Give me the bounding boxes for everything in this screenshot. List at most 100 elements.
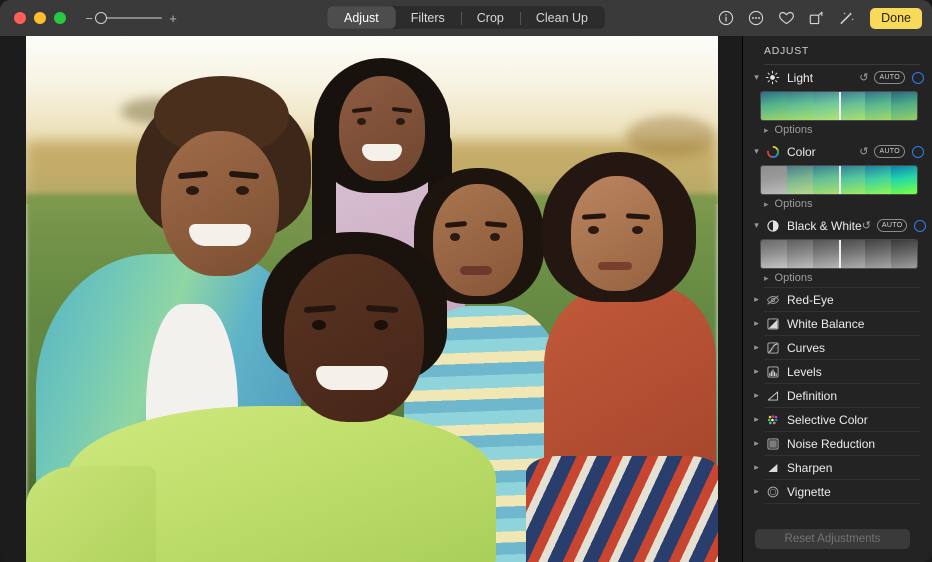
- reset-adjustments-button[interactable]: Reset Adjustments: [755, 529, 910, 549]
- chevron-down-icon[interactable]: ▾: [751, 72, 762, 83]
- maximize-window-button[interactable]: [54, 12, 66, 24]
- adjust-sidebar: ADJUST ▾ Light ↺ AUTO: [742, 36, 932, 562]
- color-playhead[interactable]: [839, 166, 841, 194]
- section-label-black-and-white: Black & White: [787, 219, 862, 233]
- section-label-sharpen: Sharpen: [787, 461, 924, 475]
- section-curves[interactable]: ▸ Curves: [743, 336, 932, 359]
- tab-adjust[interactable]: Adjust: [328, 7, 395, 28]
- auto-enhance-wand-icon[interactable]: [837, 9, 855, 27]
- chevron-right-icon[interactable]: ▸: [751, 462, 762, 473]
- close-window-button[interactable]: [14, 12, 26, 24]
- section-black-and-white[interactable]: ▾ Black & White ↺ AUTO: [743, 213, 932, 238]
- edit-mode-tabs[interactable]: Adjust Filters Crop Clean Up: [327, 6, 605, 29]
- chevron-right-icon[interactable]: ▸: [764, 125, 769, 136]
- auto-button-color[interactable]: AUTO: [874, 145, 905, 158]
- section-sharpen[interactable]: ▸ Sharpen: [743, 456, 932, 479]
- chevron-right-icon[interactable]: ▸: [751, 294, 762, 305]
- adjust-panel-title: ADJUST: [743, 36, 932, 64]
- bw-options-row[interactable]: ▸ Options: [743, 269, 932, 287]
- auto-button-bw[interactable]: AUTO: [877, 219, 908, 232]
- enable-toggle-light[interactable]: [912, 72, 924, 84]
- white-balance-icon: [764, 316, 781, 331]
- section-label-white-balance: White Balance: [787, 317, 924, 331]
- chevron-right-icon[interactable]: ▸: [751, 366, 762, 377]
- section-color[interactable]: ▾ Color ↺ AUTO: [743, 139, 932, 164]
- section-levels[interactable]: ▸ Levels: [743, 360, 932, 383]
- light-playhead[interactable]: [839, 92, 841, 120]
- light-options-row[interactable]: ▸ Options: [743, 121, 932, 139]
- section-label-curves: Curves: [787, 341, 924, 355]
- chevron-right-icon[interactable]: ▸: [764, 199, 769, 210]
- vignette-icon: [764, 484, 781, 499]
- section-label-red-eye: Red-Eye: [787, 293, 924, 307]
- info-icon[interactable]: [717, 9, 735, 27]
- tab-filters[interactable]: Filters: [395, 7, 461, 28]
- section-label-noise-reduction: Noise Reduction: [787, 437, 924, 451]
- revert-icon-color[interactable]: ↺: [859, 145, 868, 158]
- sharpen-icon: [764, 460, 781, 475]
- bw-filmstrip[interactable]: [760, 239, 918, 269]
- revert-icon-light[interactable]: ↺: [859, 71, 868, 84]
- enable-toggle-color[interactable]: [912, 146, 924, 158]
- sun-icon: [764, 70, 781, 85]
- chevron-right-icon[interactable]: ▸: [751, 390, 762, 401]
- section-label-vignette: Vignette: [787, 485, 924, 499]
- section-light[interactable]: ▾ Light ↺ AUTO: [743, 65, 932, 90]
- minimize-window-button[interactable]: [34, 12, 46, 24]
- chevron-right-icon[interactable]: ▸: [751, 414, 762, 425]
- zoom-slider[interactable]: − +: [84, 12, 178, 25]
- zoom-in-icon[interactable]: +: [168, 12, 178, 25]
- chevron-down-icon[interactable]: ▾: [751, 220, 762, 231]
- contrast-circle-icon: [764, 218, 781, 233]
- rotate-icon[interactable]: [807, 9, 825, 27]
- more-options-icon[interactable]: [747, 9, 765, 27]
- photo-frame: [26, 36, 718, 562]
- definition-icon: [764, 388, 781, 403]
- tab-clean-up[interactable]: Clean Up: [520, 7, 604, 28]
- edited-photo[interactable]: [26, 36, 718, 562]
- levels-icon: [764, 364, 781, 379]
- section-selective-color[interactable]: ▸ Selective Color: [743, 408, 932, 431]
- selective-color-icon: [764, 412, 781, 427]
- bw-options-label: Options: [775, 272, 813, 284]
- section-vignette[interactable]: ▸ Vignette: [743, 480, 932, 503]
- chevron-right-icon[interactable]: ▸: [751, 318, 762, 329]
- noise-reduction-icon: [764, 436, 781, 451]
- section-label-levels: Levels: [787, 365, 924, 379]
- bw-playhead[interactable]: [839, 240, 841, 268]
- chevron-right-icon[interactable]: ▸: [751, 438, 762, 449]
- section-red-eye[interactable]: ▸ Red-Eye: [743, 288, 932, 311]
- eye-slash-icon: [764, 292, 781, 307]
- chevron-right-icon[interactable]: ▸: [751, 486, 762, 497]
- zoom-slider-knob[interactable]: [95, 12, 107, 24]
- zoom-out-icon[interactable]: −: [84, 12, 94, 25]
- zoom-slider-track[interactable]: [100, 17, 162, 19]
- titlebar: − + Adjust Filters Crop Clean Up: [0, 0, 932, 36]
- section-label-selective-color: Selective Color: [787, 413, 924, 427]
- section-noise-reduction[interactable]: ▸ Noise Reduction: [743, 432, 932, 455]
- photo-canvas[interactable]: [0, 36, 742, 562]
- chevron-right-icon[interactable]: ▸: [764, 273, 769, 284]
- color-options-row[interactable]: ▸ Options: [743, 195, 932, 213]
- color-wheel-icon: [764, 144, 781, 159]
- section-label-color: Color: [787, 145, 859, 159]
- window-controls: [14, 12, 66, 24]
- chevron-right-icon[interactable]: ▸: [751, 342, 762, 353]
- color-options-label: Options: [775, 198, 813, 210]
- curves-icon: [764, 340, 781, 355]
- auto-button-light[interactable]: AUTO: [874, 71, 905, 84]
- done-button[interactable]: Done: [870, 8, 922, 29]
- color-filmstrip[interactable]: [760, 165, 918, 195]
- light-filmstrip[interactable]: [760, 91, 918, 121]
- photos-edit-window: − + Adjust Filters Crop Clean Up: [0, 0, 932, 562]
- section-divider: [764, 503, 920, 504]
- photo-tree-right: [626, 116, 716, 156]
- enable-toggle-bw[interactable]: [914, 220, 926, 232]
- tab-crop[interactable]: Crop: [461, 7, 520, 28]
- section-definition[interactable]: ▸ Definition: [743, 384, 932, 407]
- favorite-heart-icon[interactable]: [777, 9, 795, 27]
- chevron-down-icon[interactable]: ▾: [751, 146, 762, 157]
- section-label-definition: Definition: [787, 389, 924, 403]
- revert-icon-bw[interactable]: ↺: [862, 219, 871, 232]
- section-white-balance[interactable]: ▸ White Balance: [743, 312, 932, 335]
